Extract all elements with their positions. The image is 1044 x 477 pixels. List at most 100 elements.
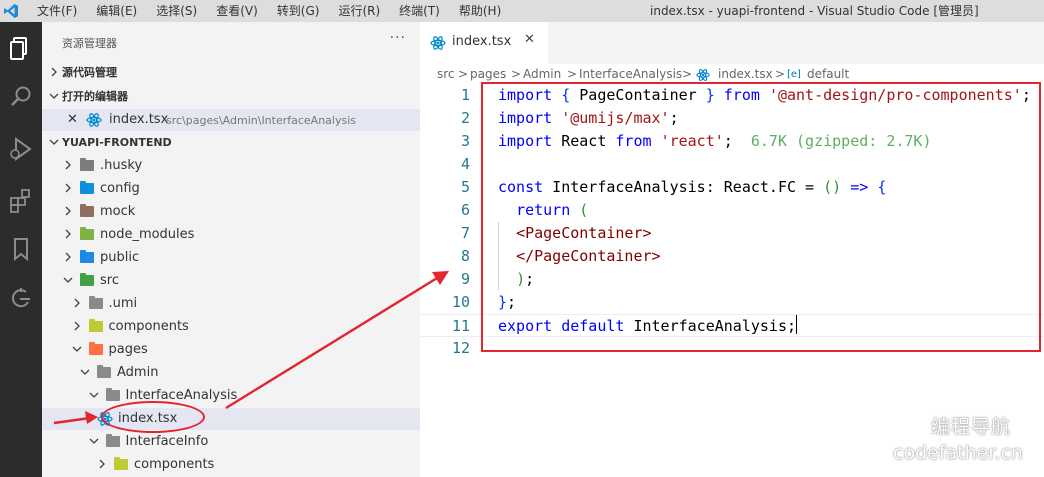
chevron-right-icon <box>74 321 80 331</box>
tree-item-label: .husky <box>100 158 143 173</box>
menu-item[interactable]: 终端(T) <box>399 0 440 22</box>
tree-folder-interfaceanalysis[interactable]: InterfaceAnalysis <box>42 385 420 407</box>
section-label: 源代码管理 <box>62 66 117 79</box>
tab-index-tsx[interactable]: index.tsx ✕ <box>420 22 548 64</box>
folder-icon <box>80 204 94 217</box>
tree-folder-interfaceinfo[interactable]: InterfaceInfo <box>42 431 420 453</box>
tree-folder-src[interactable]: src <box>42 270 420 292</box>
breadcrumb-separator: > <box>682 67 693 81</box>
folder-icon <box>80 158 94 171</box>
menu-item[interactable]: 查看(V) <box>216 0 258 22</box>
line-number: 4 <box>460 155 470 173</box>
open-editor-item[interactable]: ✕ index.tsx src\pages\Admin\InterfaceAna… <box>42 109 420 131</box>
tree-item-label: components <box>108 319 189 334</box>
chevron-right-icon <box>51 67 57 77</box>
folder-icon <box>80 250 94 263</box>
tree-file-index-tsx[interactable]: index.tsx <box>42 408 420 430</box>
breadcrumb-item[interactable]: default <box>807 67 849 81</box>
timeline-icon[interactable] <box>6 284 36 314</box>
tree-folder-config[interactable]: config <box>42 178 420 200</box>
line-number: 6 <box>460 201 470 219</box>
chevron-down-icon <box>89 392 98 398</box>
breadcrumb-item[interactable]: pages <box>470 67 506 81</box>
breadcrumb-item[interactable]: InterfaceAnalysis <box>579 67 682 81</box>
line-number: 9 <box>460 270 470 288</box>
react-file-icon <box>86 113 102 127</box>
project-name: YUAPI-FRONTEND <box>62 136 172 149</box>
chevron-down-icon <box>89 438 98 444</box>
vscode-logo-icon <box>4 4 18 18</box>
chevron-down-icon <box>49 93 59 99</box>
tree-item-label: InterfaceInfo <box>125 434 209 449</box>
menu-item[interactable]: 选择(S) <box>156 0 197 22</box>
line-number: 5 <box>460 178 470 196</box>
tree-item-label: components <box>134 457 215 472</box>
folder-icon <box>105 434 120 447</box>
menu-item[interactable]: 转到(G) <box>277 0 320 22</box>
line-number: 3 <box>460 132 470 150</box>
section-open-editors[interactable]: 打开的编辑器 <box>42 86 420 108</box>
window-title: index.tsx - yuapi-frontend - Visual Stud… <box>650 4 979 18</box>
section-source-control[interactable]: 源代码管理 <box>42 62 420 84</box>
close-icon[interactable]: ✕ <box>67 109 78 131</box>
tree-item-label: node_modules <box>100 227 195 242</box>
tree-folder-components[interactable]: components <box>42 316 420 338</box>
annotation-file-ellipse <box>101 401 205 433</box>
folder-icon <box>88 319 103 332</box>
tab-label: index.tsx <box>452 34 512 49</box>
tree-folder-pages[interactable]: pages <box>42 339 420 361</box>
tree-folder-public[interactable]: public <box>42 247 420 269</box>
line-number: 2 <box>460 109 470 127</box>
title-bar: 文件(F) 编辑(E) 选择(S) 查看(V) 转到(G) 运行(R) 终端(T) 帮助(H)… <box>0 0 1044 22</box>
menu-item[interactable]: 运行(R) <box>338 0 380 22</box>
line-number: 12 <box>451 339 470 357</box>
folder-icon <box>88 342 103 355</box>
chevron-right-icon <box>65 160 71 170</box>
chevron-right-icon <box>65 229 71 239</box>
tree-item-label: Admin <box>117 365 159 380</box>
tree-item-label: mock <box>100 204 136 219</box>
tree-folder-components[interactable]: components <box>42 454 420 476</box>
tree-item-label: public <box>100 250 140 265</box>
chevron-right-icon <box>99 459 105 469</box>
tree-item-label: src <box>100 273 119 288</box>
breadcrumb-item[interactable]: index.tsx <box>718 67 773 81</box>
breadcrumb-item[interactable]: src <box>437 67 455 81</box>
folder-icon <box>80 181 94 194</box>
breadcrumb-item[interactable]: Admin <box>523 67 561 81</box>
tree-folder--umi[interactable]: .umi <box>42 293 420 315</box>
section-project[interactable]: YUAPI-FRONTEND <box>42 132 420 154</box>
tree-folder-node-modules[interactable]: node_modules <box>42 224 420 246</box>
folder-icon <box>97 365 111 378</box>
watermark-url: codefather.cn <box>893 442 1023 464</box>
chevron-right-icon <box>65 252 71 262</box>
tab-close-icon[interactable]: ✕ <box>524 32 535 47</box>
line-number: 1 <box>460 86 470 104</box>
menu-item[interactable]: 文件(F) <box>37 0 77 22</box>
tree-folder-admin[interactable]: Admin <box>42 362 420 384</box>
folder-icon <box>105 388 120 401</box>
activity-bar <box>0 22 42 477</box>
explorer-icon[interactable] <box>6 34 36 64</box>
watermark-title: 编程导航 <box>931 416 1012 438</box>
tree-item-label: pages <box>108 342 148 357</box>
tree-folder-mock[interactable]: mock <box>42 201 420 223</box>
run-debug-icon[interactable] <box>6 134 36 164</box>
more-actions-icon[interactable]: ··· <box>390 30 406 46</box>
tree-folder--husky[interactable]: .husky <box>42 155 420 177</box>
folder-icon <box>80 273 94 286</box>
menu-item[interactable]: 帮助(H) <box>459 0 501 22</box>
menu-item[interactable]: 编辑(E) <box>96 0 137 22</box>
explorer-header: 资源管理器 ··· <box>42 22 420 62</box>
chevron-right-icon <box>65 183 71 193</box>
extensions-icon[interactable] <box>6 186 36 216</box>
tree-item-label: config <box>100 181 140 196</box>
tab-bar: index.tsx ✕ <box>420 22 1044 64</box>
react-file-icon <box>430 36 446 50</box>
chevron-right-icon <box>74 298 80 308</box>
chevron-down-icon <box>72 346 81 352</box>
search-icon[interactable] <box>6 82 36 112</box>
open-editor-filename: index.tsx <box>109 112 169 127</box>
bookmark-icon[interactable] <box>6 234 36 264</box>
chevron-down-icon <box>63 277 73 283</box>
